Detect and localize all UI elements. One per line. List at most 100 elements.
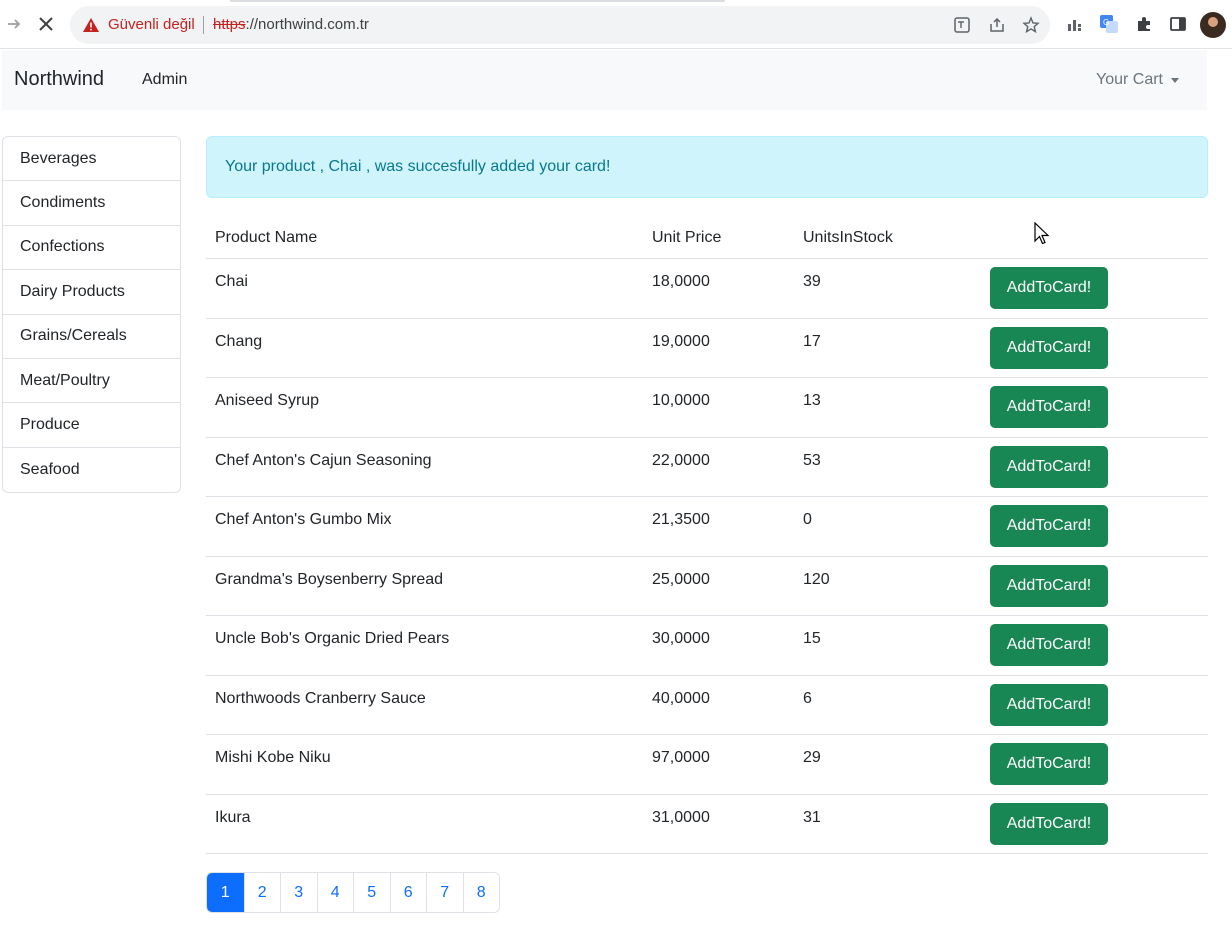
product-name: Chai: [215, 273, 248, 290]
browser-toolbar: Güvenli değil https://northwind.com.tr G: [0, 0, 1232, 49]
product-name: Grandma's Boysenberry Spread: [215, 570, 444, 588]
table-row: Chef Anton's Cajun Seasoning 22,0000 53 …: [206, 438, 1208, 497]
table-row: Uncle Bob's Organic Dried Pears 30,0000 …: [206, 616, 1208, 676]
units-in-stock: 120: [803, 570, 830, 588]
unit-price: 18,0000: [652, 273, 710, 290]
stop-loading-icon[interactable]: [34, 12, 58, 36]
header-unit-price: Unit Price: [652, 229, 722, 246]
svg-text:G: G: [1103, 18, 1109, 27]
pagination: 1 2 3 4 5 6 7 8: [206, 872, 500, 913]
table-row: Chang 19,0000 17 AddToCard!: [206, 319, 1208, 378]
bookmark-star-icon[interactable]: [1021, 15, 1041, 35]
units-in-stock: 6: [803, 689, 812, 707]
cart-label: Your Cart: [1096, 71, 1163, 88]
app-navbar: Northwind Admin Your Cart: [2, 50, 1207, 110]
address-bar[interactable]: Güvenli değil https://northwind.com.tr: [70, 6, 1050, 44]
forward-icon[interactable]: [2, 12, 26, 36]
translate-icon[interactable]: [952, 15, 972, 35]
units-in-stock: 15: [803, 630, 821, 647]
product-name: Uncle Bob's Organic Dried Pears: [215, 630, 450, 647]
url-text[interactable]: https://northwind.com.tr: [213, 16, 369, 33]
page-link-8[interactable]: 8: [462, 873, 499, 912]
page-link-4[interactable]: 4: [316, 873, 353, 912]
unit-price: 22,0000: [652, 451, 710, 469]
page-link-2[interactable]: 2: [243, 873, 280, 912]
add-to-card-button[interactable]: AddToCard!: [990, 564, 1108, 607]
header-units-in-stock: UnitsInStock: [803, 229, 893, 246]
url-host: ://northwind.com.tr: [245, 16, 369, 33]
category-item-meat-poultry[interactable]: Meat/Poultry: [3, 359, 180, 404]
cart-dropdown[interactable]: Your Cart: [1096, 71, 1179, 89]
product-name: Chang: [215, 332, 263, 350]
extensions-puzzle-icon[interactable]: [1134, 14, 1154, 34]
add-to-card-button[interactable]: AddToCard!: [990, 326, 1108, 369]
warning-icon: [83, 17, 99, 32]
omnibox-divider: [203, 16, 204, 34]
mouse-cursor-icon: [1034, 222, 1050, 245]
products-table: Product Name Unit Price UnitsInStock Cha…: [206, 218, 1208, 854]
tab-strip-edge: [230, 0, 725, 2]
category-item-dairy-products[interactable]: Dairy Products: [3, 270, 180, 315]
qr-extension-icon[interactable]: [1065, 14, 1085, 34]
category-item-grains-cereals[interactable]: Grains/Cereals: [3, 315, 180, 359]
product-name: Chef Anton's Cajun Seasoning: [215, 451, 432, 469]
success-alert: Your product , Chai , was succesfully ad…: [206, 136, 1208, 198]
table-row: Ikura 31,0000 31 AddToCard!: [206, 795, 1208, 854]
page-link-6[interactable]: 6: [389, 873, 426, 912]
unit-price: 40,0000: [652, 689, 710, 707]
add-to-card-button[interactable]: AddToCard!: [990, 743, 1108, 785]
caret-down-icon: [1171, 77, 1179, 83]
unit-price: 31,0000: [652, 808, 710, 826]
add-to-card-button[interactable]: AddToCard!: [990, 802, 1108, 845]
unit-price: 30,0000: [652, 630, 710, 647]
table-row: Chai 18,0000 39 AddToCard!: [206, 259, 1208, 319]
category-item-beverages[interactable]: Beverages: [3, 137, 180, 182]
category-item-condiments[interactable]: Condiments: [3, 181, 180, 226]
alert-message: Your product , Chai , was succesfully ad…: [225, 158, 611, 175]
url-scheme: https: [213, 16, 246, 33]
add-to-card-button[interactable]: AddToCard!: [990, 624, 1108, 666]
security-label: Güvenli değil: [108, 16, 195, 33]
add-to-card-button[interactable]: AddToCard!: [990, 267, 1108, 309]
units-in-stock: 0: [803, 511, 812, 528]
share-icon[interactable]: [987, 15, 1007, 35]
category-item-confections[interactable]: Confections: [3, 226, 180, 271]
nav-link-admin[interactable]: Admin: [142, 71, 187, 89]
unit-price: 21,3500: [652, 511, 710, 528]
unit-price: 10,0000: [652, 392, 710, 409]
table-row: Mishi Kobe Niku 97,0000 29 AddToCard!: [206, 735, 1208, 795]
profile-avatar[interactable]: [1200, 12, 1226, 38]
table-header: Product Name Unit Price UnitsInStock: [206, 218, 1208, 259]
units-in-stock: 53: [803, 451, 821, 469]
add-to-card-button[interactable]: AddToCard!: [990, 505, 1108, 547]
add-to-card-button[interactable]: AddToCard!: [990, 683, 1108, 726]
table-row: Northwoods Cranberry Sauce 40,0000 6 Add…: [206, 676, 1208, 735]
category-item-produce[interactable]: Produce: [3, 403, 180, 448]
product-name: Aniseed Syrup: [215, 392, 320, 409]
side-panel-icon[interactable]: [1168, 14, 1188, 34]
units-in-stock: 13: [803, 392, 821, 409]
table-row: Chef Anton's Gumbo Mix 21,3500 0 AddToCa…: [206, 497, 1208, 557]
product-name: Chef Anton's Gumbo Mix: [215, 511, 392, 528]
page-link-7[interactable]: 7: [426, 873, 463, 912]
page-link-3[interactable]: 3: [280, 873, 317, 912]
table-row: Grandma's Boysenberry Spread 25,0000 120…: [206, 557, 1208, 616]
product-name: Mishi Kobe Niku: [215, 749, 331, 766]
category-item-seafood[interactable]: Seafood: [3, 448, 180, 492]
page-link-1[interactable]: 1: [207, 873, 244, 912]
units-in-stock: 17: [803, 332, 821, 350]
units-in-stock: 31: [803, 808, 821, 826]
google-translate-extension-icon[interactable]: G: [1099, 14, 1119, 34]
product-name: Northwoods Cranberry Sauce: [215, 689, 426, 707]
unit-price: 97,0000: [652, 749, 710, 766]
unit-price: 25,0000: [652, 570, 710, 588]
header-product-name: Product Name: [215, 229, 318, 246]
product-name: Ikura: [215, 808, 251, 826]
add-to-card-button[interactable]: AddToCard!: [990, 445, 1108, 488]
security-indicator[interactable]: Güvenli değil: [82, 16, 195, 33]
brand-logo-text[interactable]: Northwind: [14, 68, 104, 91]
add-to-card-button[interactable]: AddToCard!: [990, 386, 1108, 428]
unit-price: 19,0000: [652, 332, 710, 350]
table-row: Aniseed Syrup 10,0000 13 AddToCard!: [206, 378, 1208, 438]
page-link-5[interactable]: 5: [353, 873, 390, 912]
